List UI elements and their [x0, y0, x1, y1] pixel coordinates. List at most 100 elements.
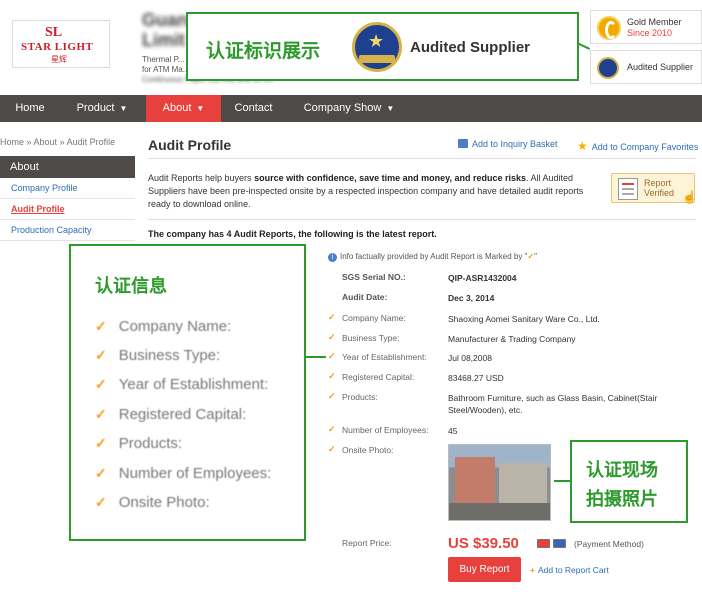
- breadcrumb-separator: »: [24, 137, 34, 147]
- company-title: Guan Limit: [142, 10, 189, 50]
- sidebar: About Company Profile Audit Profile Prod…: [0, 156, 135, 241]
- year-label: Year of Establishment:: [342, 352, 427, 362]
- nav-home-label: Home: [15, 102, 45, 114]
- nav-company-show[interactable]: Company Show ▼: [294, 95, 404, 122]
- hand-pointer-icon: ☝: [682, 190, 697, 204]
- check-icon: ✓: [328, 312, 336, 322]
- nav-contact[interactable]: Contact: [226, 95, 281, 122]
- check-icon: ✓: [95, 376, 107, 392]
- sidebar-item-company-profile[interactable]: Company Profile: [0, 178, 135, 199]
- sidebar-heading: About: [0, 156, 135, 178]
- capital-label: Registered Capital:: [342, 372, 415, 382]
- nav-about-label: About: [162, 102, 192, 114]
- star-icon: ★: [577, 139, 588, 153]
- callout-right-line1: 认证现场: [586, 460, 658, 480]
- breadcrumb-about[interactable]: About: [34, 137, 58, 147]
- photo-ground: [449, 503, 550, 520]
- check-icon: ✓: [328, 371, 336, 381]
- site-header: SL STAR LIGHT 星辉 Guan Limit Thermal P...…: [0, 0, 702, 95]
- chevron-down-icon: ▼: [386, 104, 395, 113]
- gold-coin-icon: [597, 16, 621, 40]
- callout-item: ✓ Business Type:: [95, 347, 221, 364]
- company-logo[interactable]: SL STAR LIGHT 星辉: [12, 20, 110, 68]
- add-report-cart-link[interactable]: + Add to Report Cart: [530, 565, 609, 575]
- audited-supplier-label: Audited Supplier: [627, 62, 694, 72]
- check-icon: ✓: [95, 494, 107, 510]
- nav-company-show-label: Company Show: [303, 102, 382, 114]
- certification-info-callout: 认证信息 ✓ Company Name: ✓ Business Type: ✓ Yea…: [69, 244, 326, 541]
- check-icon: ✓: [328, 332, 336, 342]
- report-document-icon: [618, 178, 638, 200]
- audited-supplier-badge[interactable]: Audited Supplier: [590, 50, 702, 84]
- callout-top-title: 认证标识展示: [206, 41, 321, 62]
- divider: [148, 158, 696, 159]
- photo-building: [499, 463, 547, 503]
- audit-intro: Audit Reports help buyers source with co…: [148, 173, 584, 209]
- check-icon: ✓: [95, 406, 107, 422]
- callout-right-line2: 拍摄照片: [586, 489, 658, 509]
- nav-home[interactable]: Home: [0, 95, 60, 122]
- products-value: Bathroom Furniture, such as Glass Basin,…: [448, 393, 658, 415]
- callout-item: ✓ Products:: [95, 435, 183, 452]
- breadcrumb-separator: »: [57, 137, 67, 147]
- onsite-photo[interactable]: [448, 444, 551, 521]
- callout-top-label: Audited Supplier: [410, 39, 530, 56]
- business-type-value: Manufacturer & Trading Company: [448, 334, 576, 344]
- gold-member-badge[interactable]: Gold Member Since 2010: [590, 10, 702, 44]
- chevron-down-icon: ▼: [196, 104, 205, 113]
- products-label: Products:: [342, 392, 378, 402]
- employees-value: 45: [448, 426, 458, 436]
- main-nav: Home Product ▼ About ▼ Contact Company Sho…: [0, 95, 702, 122]
- add-favorites-label: Add to Company Favorites: [591, 142, 699, 152]
- page-title: Audit Profile: [148, 137, 232, 153]
- audited-seal-icon: [352, 22, 402, 72]
- buy-report-button[interactable]: Buy Report: [448, 557, 521, 582]
- onsite-photo-callout: 认证现场 拍摄照片: [554, 440, 688, 523]
- membership-box: Gold Member Since 2010 Audited Supplier: [590, 10, 702, 86]
- basket-icon: [458, 139, 468, 148]
- info-icon: i: [328, 253, 337, 262]
- visa-icon: [553, 539, 566, 548]
- sidebar-item-audit-profile[interactable]: Audit Profile: [0, 199, 135, 220]
- check-icon: ✓: [95, 318, 107, 334]
- check-icon: ✓: [95, 347, 107, 363]
- nav-about[interactable]: About ▼: [146, 95, 221, 122]
- callout-item: ✓ Company Name:: [95, 318, 232, 335]
- date-label: Audit Date:: [342, 292, 388, 302]
- mastercard-icon: [537, 539, 550, 548]
- sidebar-item-production-capacity[interactable]: Production Capacity: [0, 220, 135, 241]
- payment-method-link[interactable]: (Payment Method): [574, 539, 644, 549]
- company-label: Company Name:: [342, 313, 406, 323]
- breadcrumb-home[interactable]: Home: [0, 137, 24, 147]
- logo-name: STAR LIGHT: [21, 41, 94, 53]
- breadcrumb-current: Audit Profile: [66, 137, 116, 147]
- employees-label: Number of Employees:: [342, 425, 429, 435]
- nav-product-label: Product: [76, 102, 115, 114]
- callout-item: ✓ Onsite Photo:: [95, 494, 210, 511]
- callout-item: ✓ Year of Establishment:: [95, 376, 269, 393]
- plus-icon: +: [530, 565, 535, 575]
- callout-item: ✓ Number of Employees:: [95, 465, 272, 482]
- report-price: US $39.50: [448, 535, 519, 552]
- photo-building: [455, 457, 495, 505]
- year-value: Jul 08,2008: [448, 353, 492, 363]
- nav-product[interactable]: Product ▼: [62, 95, 142, 122]
- callout-item: ✓ Registered Capital:: [95, 406, 247, 423]
- callout-left-title: 认证信息: [95, 276, 167, 296]
- gold-member-since: Since 2010: [627, 28, 673, 38]
- divider: [148, 219, 696, 220]
- verified-label-2: Verified: [644, 188, 675, 198]
- business-type-label: Business Type:: [342, 333, 400, 343]
- add-company-favorites-link[interactable]: ★ Add to Company Favorites: [577, 139, 698, 153]
- date-value: Dec 3, 2014: [448, 293, 495, 303]
- logo-mark: SL: [45, 25, 63, 40]
- nav-contact-label: Contact: [234, 102, 273, 114]
- report-verified-button[interactable]: Report Verified ☝: [611, 173, 697, 204]
- gold-member-label: Gold Member: [627, 17, 682, 27]
- add-inquiry-basket-link[interactable]: Add to Inquiry Basket: [458, 139, 558, 149]
- verified-label-1: Report: [644, 178, 672, 188]
- serial-label: SGS Serial NO.:: [342, 272, 406, 282]
- capital-value: 83468.27 USD: [448, 373, 504, 383]
- company-value: Shaoxing Aomei Sanitary Ware Co., Ltd.: [448, 314, 600, 324]
- check-icon: ✓: [328, 444, 336, 454]
